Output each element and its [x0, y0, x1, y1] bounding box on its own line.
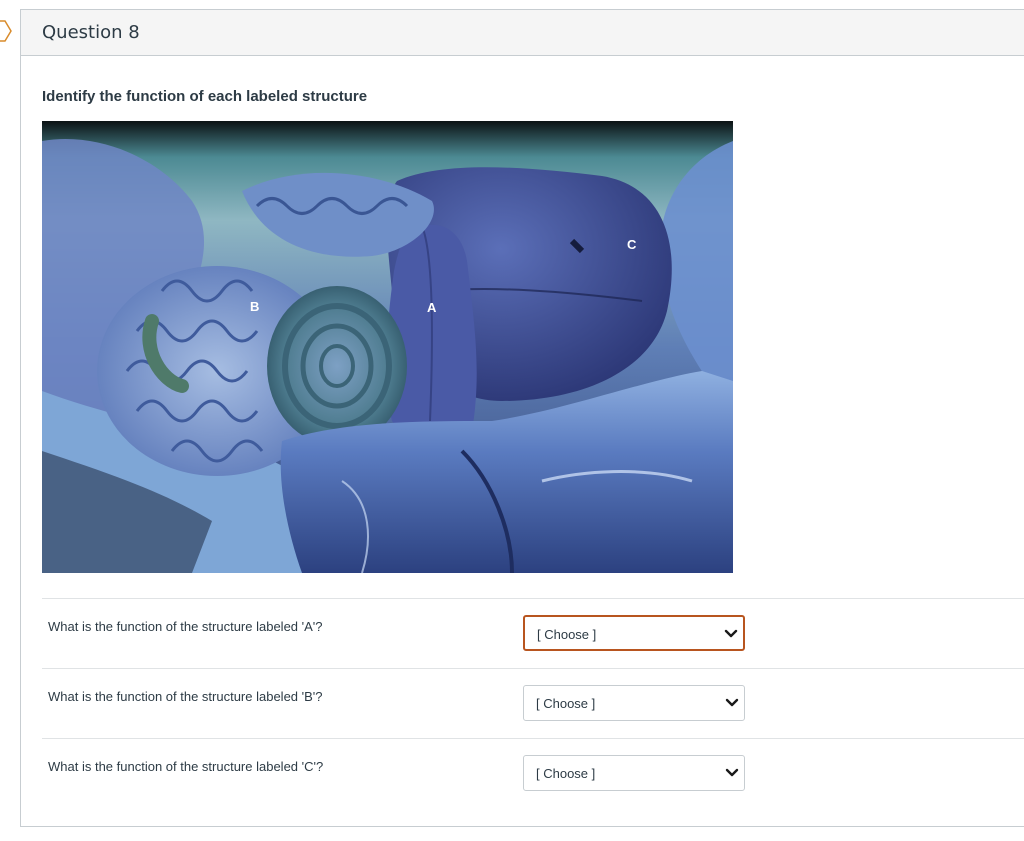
- answer-label-b: What is the function of the structure la…: [48, 689, 323, 704]
- label-b: B: [250, 299, 259, 314]
- flag-question-icon[interactable]: [0, 20, 12, 42]
- label-a: A: [427, 300, 437, 315]
- question-card: Question 8 Identify the function of each…: [20, 9, 1024, 827]
- chevron-down-icon: [725, 698, 739, 707]
- answer-row-b: What is the function of the structure la…: [42, 668, 1024, 738]
- answer-label-c: What is the function of the structure la…: [48, 759, 324, 774]
- answer-row-a: What is the function of the structure la…: [42, 598, 1024, 668]
- select-value-a: [ Choose ]: [537, 627, 597, 642]
- question-header: Question 8: [21, 10, 1024, 56]
- answer-select-b[interactable]: [ Choose ]: [523, 685, 745, 721]
- chevron-down-icon: [725, 768, 739, 777]
- label-c: C: [627, 237, 637, 252]
- select-value-c: [ Choose ]: [536, 766, 596, 781]
- answer-select-a[interactable]: [ Choose ]: [523, 615, 745, 651]
- select-value-b: [ Choose ]: [536, 696, 596, 711]
- question-title: Question 8: [42, 22, 140, 43]
- chevron-down-icon: [724, 629, 738, 638]
- question-prompt: Identify the function of each labeled st…: [42, 88, 368, 105]
- answer-label-a: What is the function of the structure la…: [48, 619, 323, 634]
- answer-row-c: What is the function of the structure la…: [42, 738, 1024, 808]
- answer-select-c[interactable]: [ Choose ]: [523, 755, 745, 791]
- dissection-specimen-image: C A B: [42, 121, 733, 573]
